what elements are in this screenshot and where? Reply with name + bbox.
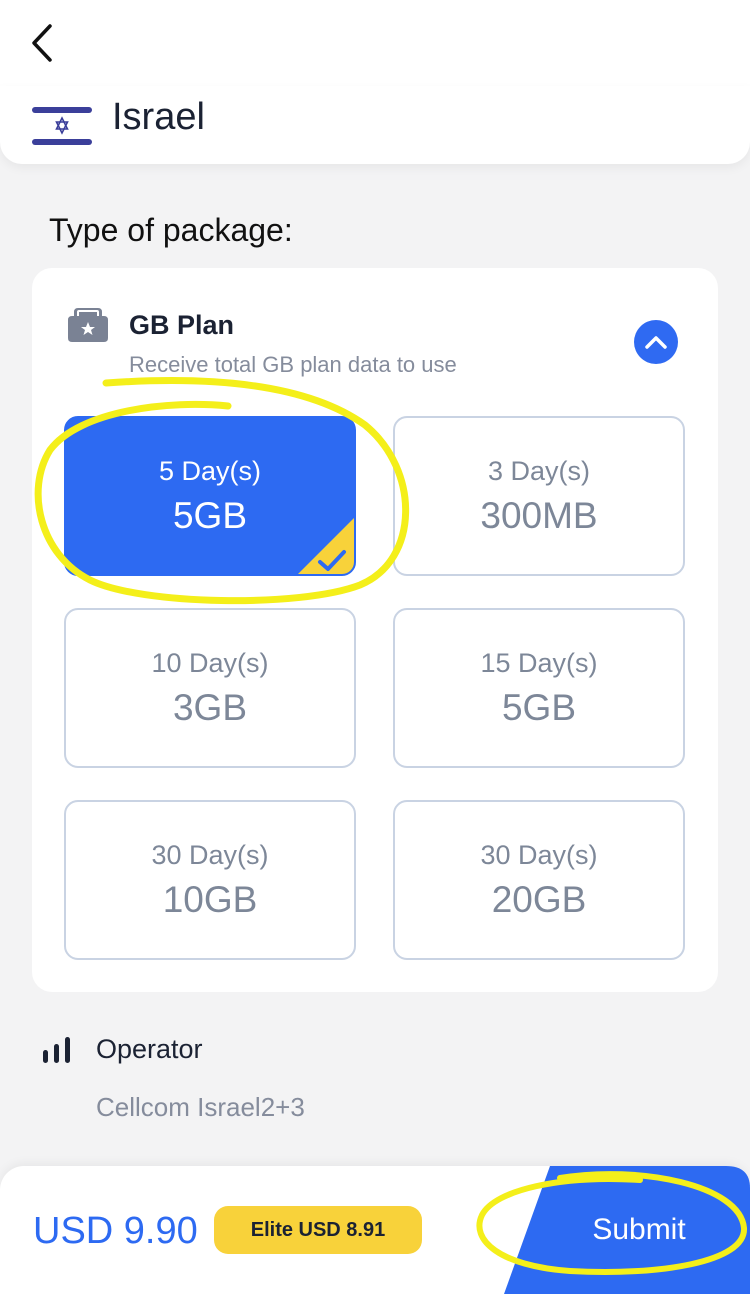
package-days: 30 Day(s) [151, 839, 269, 870]
top-bar [0, 0, 750, 86]
back-button[interactable] [22, 20, 62, 66]
package-option-30day-10gb[interactable]: 30 Day(s) 10GB [64, 800, 356, 960]
selected-check-icon [298, 518, 354, 574]
package-days: 15 Day(s) [480, 647, 598, 678]
submit-label: Submit [592, 1213, 686, 1246]
price-label: USD 9.90 [33, 1210, 198, 1252]
package-amount: 300MB [480, 494, 598, 536]
chevron-up-icon [645, 336, 667, 349]
package-amount: 5GB [501, 686, 577, 728]
country-name: Israel [112, 96, 205, 138]
package-days: 3 Day(s) [487, 455, 590, 486]
package-option-30day-20gb[interactable]: 30 Day(s) 20GB [393, 800, 685, 960]
package-days: 10 Day(s) [151, 647, 269, 678]
elite-price-badge: Elite USD 8.91 [214, 1206, 422, 1254]
plan-title: GB Plan [129, 310, 235, 340]
checkout-bar: USD 9.90 Elite USD 8.91 Submit [0, 1166, 750, 1294]
package-option-10day-3gb[interactable]: 10 Day(s) 3GB [64, 608, 356, 768]
sim-star-icon [68, 308, 108, 342]
package-type-title: Type of package: [49, 212, 293, 248]
package-days: 30 Day(s) [480, 839, 598, 870]
package-amount: 20GB [491, 878, 587, 920]
submit-button[interactable]: Submit [504, 1166, 750, 1294]
package-amount: 3GB [172, 686, 248, 728]
package-amount: 5GB [172, 494, 248, 536]
collapse-plan-button[interactable] [634, 320, 678, 364]
plan-card: GB Plan Receive total GB plan data to us… [32, 268, 718, 992]
plan-subtitle: Receive total GB plan data to use [129, 352, 457, 377]
signal-bars-icon [43, 1037, 70, 1063]
operator-value: Cellcom Israel2+3 [96, 1092, 305, 1122]
package-option-3day-300mb[interactable]: 3 Day(s) 300MB [393, 416, 685, 576]
chevron-left-icon [32, 24, 52, 62]
package-amount: 10GB [162, 878, 258, 920]
package-option-15day-5gb[interactable]: 15 Day(s) 5GB [393, 608, 685, 768]
operator-label: Operator [96, 1034, 203, 1064]
package-days: 5 Day(s) [158, 455, 261, 486]
package-option-5day-5gb[interactable]: 5 Day(s) 5GB [64, 416, 356, 576]
country-card: Israel [0, 86, 750, 164]
israel-flag-icon [32, 105, 92, 147]
